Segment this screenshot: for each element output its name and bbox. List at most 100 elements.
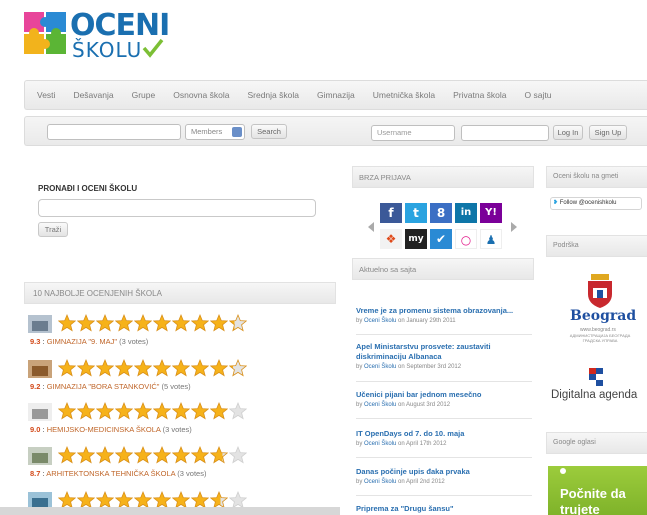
news-item-title[interactable]: IT OpenDays od 7. do 10. maja (356, 429, 532, 439)
divider (356, 457, 532, 458)
twitter-bird-icon: ❥ (553, 200, 559, 206)
star-icon (172, 445, 190, 464)
star-icon (172, 401, 190, 420)
star-icon (134, 445, 152, 464)
news-item[interactable]: Vreme je za promenu sistema obrazovanja.… (356, 306, 532, 324)
star-icon (191, 445, 209, 464)
star-icon (77, 401, 95, 420)
nav-item-grupe[interactable]: Grupe (132, 90, 156, 100)
star-icon (153, 358, 171, 377)
site-search-input[interactable] (47, 124, 181, 140)
news-item[interactable]: Apel Ministarstvu prosvete: zaustaviti d… (356, 342, 532, 370)
digital-agenda-text[interactable]: Digitalna agenda (551, 389, 637, 401)
news-item[interactable]: Učenici pijani bar jednom mesečno by Oce… (356, 390, 532, 408)
digital-agenda-logo-icon (589, 368, 603, 386)
linkedin-icon[interactable]: in (455, 203, 477, 223)
star-icon (191, 401, 209, 420)
checkmark-login-icon[interactable]: ✔ (430, 229, 452, 249)
school-name-link[interactable]: GIMNAZIJA "9. MAJ" (47, 337, 117, 346)
school-thumbnail[interactable] (28, 360, 52, 378)
news-date: on August 3rd 2012 (398, 402, 451, 408)
site-logo[interactable]: OCENI ŠKOLU (22, 8, 172, 62)
school-score: 9.2 (30, 382, 41, 391)
google-icon[interactable]: 8 (430, 203, 452, 223)
news-item[interactable]: Danas počinje upis đaka prvaka by Oceni … (356, 467, 532, 485)
chevron-right-icon[interactable] (511, 222, 517, 232)
nav-item-umetnicka-skola[interactable]: Umetnička škola (373, 90, 435, 100)
myspace-icon[interactable]: my (405, 229, 427, 249)
ad-text-line1: Počnite da (560, 486, 626, 501)
news-item-title[interactable]: Apel Ministarstvu prosvete: zaustaviti d… (356, 342, 532, 362)
divider (356, 495, 532, 496)
news-author-link[interactable]: Oceni Školu (364, 318, 396, 324)
aim-icon[interactable]: ♟ (480, 229, 502, 249)
star-icon (191, 313, 209, 332)
trazi-button[interactable]: Traži (38, 222, 68, 237)
nav-item-osnovna-skola[interactable]: Osnovna škola (173, 90, 229, 100)
school-score: 8.7 (30, 469, 41, 478)
school-thumbnail[interactable] (28, 403, 52, 421)
star-icon (134, 358, 152, 377)
school-search-input[interactable] (38, 199, 316, 217)
beograd-logo-text[interactable]: Beograd (570, 308, 636, 324)
school-thumbnail[interactable] (28, 447, 52, 465)
windows-live-icon[interactable]: ❖ (380, 229, 402, 249)
news-by: by (356, 441, 363, 447)
school-votes: (5 votes) (159, 382, 191, 391)
twitter-follow-button[interactable]: ❥ Follow @ocenishkolu (550, 197, 642, 210)
facebook-icon[interactable]: f (380, 203, 402, 223)
google-ad-banner[interactable]: Počnite da trujete (548, 466, 647, 515)
news-item[interactable]: Priprema za "Drugu šansu" (356, 504, 532, 514)
school-name-link[interactable]: GIMNAZIJA "BORA STANKOVIĆ" (47, 382, 160, 391)
star-icon (172, 313, 190, 332)
news-item-title[interactable]: Priprema za "Drugu šansu" (356, 504, 532, 514)
support-header: Podrška (546, 235, 647, 257)
star-icon (172, 358, 190, 377)
nav-item-srednja-skola[interactable]: Srednja škola (247, 90, 299, 100)
school-row[interactable]: 9.3 : GIMNAZIJA "9. MAJ" (3 votes) (28, 313, 328, 353)
school-name-link[interactable]: ARHITEKTONSKA TEHNIČKA ŠKOLA (46, 469, 175, 478)
nav-item-gimnazija[interactable]: Gimnazija (317, 90, 355, 100)
star-icon (210, 445, 228, 464)
news-author-link[interactable]: Oceni Školu (364, 479, 396, 485)
news-by: by (356, 479, 363, 485)
news-author-link[interactable]: Oceni Školu (364, 402, 396, 408)
members-select[interactable]: Members (185, 124, 245, 140)
school-row[interactable]: 9.0 : HEMIJSKO-MEDICINSKA ŠKOLA (3 votes… (28, 401, 328, 441)
ad-choices-icon[interactable] (560, 468, 566, 474)
news-author-link[interactable]: Oceni Školu (364, 364, 396, 370)
nav-item-desavanja[interactable]: Dešavanja (73, 90, 113, 100)
nav-item-vesti[interactable]: Vesti (37, 90, 55, 100)
chevron-left-icon[interactable] (368, 222, 374, 232)
star-icon (58, 358, 76, 377)
nav-item-privatna-skola[interactable]: Privatna škola (453, 90, 506, 100)
flickr-icon[interactable]: ○ (455, 229, 477, 249)
news-item-title[interactable]: Danas počinje upis đaka prvaka (356, 467, 532, 477)
twitter-icon[interactable]: t (405, 203, 427, 223)
news-item-title[interactable]: Vreme je za promenu sistema obrazovanja.… (356, 306, 532, 316)
news-title: Aktuelno sa sajta (359, 265, 417, 274)
password-input[interactable] (461, 125, 549, 141)
star-icon (58, 401, 76, 420)
school-name-link[interactable]: HEMIJSKO-MEDICINSKA ŠKOLA (47, 425, 161, 434)
school-row[interactable]: 9.2 : GIMNAZIJA "BORA STANKOVIĆ" (5 vote… (28, 358, 328, 398)
news-author-link[interactable]: Oceni Školu (364, 441, 396, 447)
follow-label: Follow @ocenishkolu (559, 200, 617, 206)
star-icon (210, 401, 228, 420)
school-info: 9.2 : GIMNAZIJA "BORA STANKOVIĆ" (5 vote… (30, 382, 191, 391)
horizontal-scrollbar[interactable] (0, 507, 340, 515)
news-item[interactable]: IT OpenDays od 7. do 10. maja by Oceni Š… (356, 429, 532, 447)
login-button[interactable]: Log In (553, 125, 583, 140)
school-row[interactable]: 8.7 : ARHITEKTONSKA TEHNIČKA ŠKOLA (3 vo… (28, 445, 328, 485)
news-header: Aktuelno sa sajta (352, 258, 534, 280)
search-button[interactable]: Search (251, 124, 287, 139)
school-thumbnail[interactable] (28, 315, 52, 333)
beograd-coat-of-arms-icon (588, 274, 612, 308)
username-input[interactable]: Username (371, 125, 455, 141)
news-item-title[interactable]: Učenici pijani bar jednom mesečno (356, 390, 532, 400)
signup-button[interactable]: Sign Up (589, 125, 627, 140)
nav-item-o-sajtu[interactable]: O sajtu (525, 90, 552, 100)
yahoo-icon[interactable]: Y! (480, 203, 502, 223)
rating-stars (58, 445, 248, 467)
star-icon (77, 445, 95, 464)
